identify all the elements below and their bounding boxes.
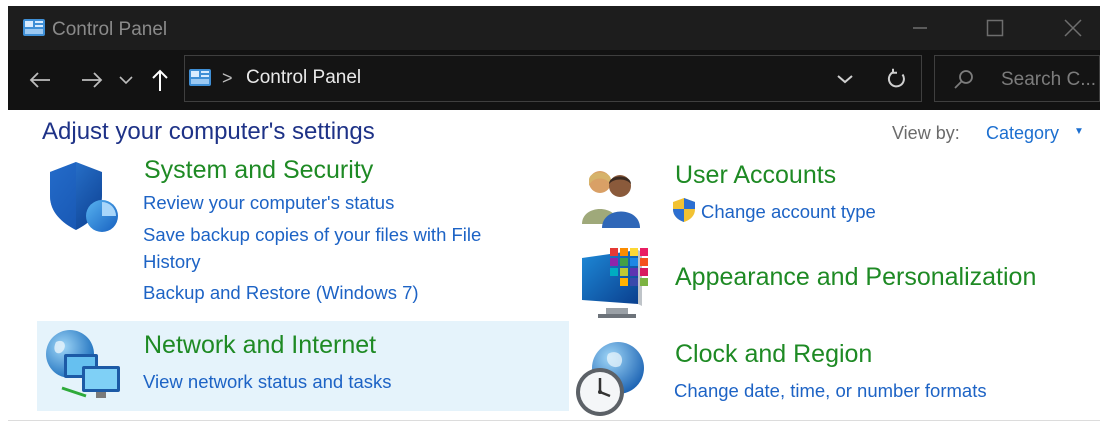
view-by-label: View by: [892,123,960,143]
refresh-icon [887,68,905,88]
monitor-palette-icon[interactable] [580,246,656,322]
category-user-accounts[interactable]: User Accounts [675,160,836,190]
minimize-icon [913,27,927,29]
forward-arrow-icon [82,72,103,88]
minimize-button[interactable] [890,6,950,50]
recent-locations-button[interactable] [114,62,138,98]
window-title: Control Panel [52,19,168,40]
network-globe-icon[interactable] [42,326,126,402]
shield-icon[interactable] [46,160,122,238]
page-title: Adjust your computer's settings [42,118,375,145]
link-change-date-time-formats[interactable]: Change date, time, or number formats [674,380,987,402]
chevron-down-icon [119,76,133,85]
search-input[interactable]: Search C... [1001,69,1096,91]
view-by-dropdown[interactable]: Category [986,122,1059,144]
back-arrow-icon [29,72,50,88]
close-icon [1064,19,1082,37]
refresh-button[interactable] [880,60,914,98]
search-icon [952,68,976,92]
link-change-account-type[interactable]: Change account type [701,201,876,223]
link-save-backup-copies[interactable]: Save backup copies of your files with Fi… [143,224,481,246]
maximize-icon [986,19,1004,37]
category-clock-and-region[interactable]: Clock and Region [675,339,872,369]
breadcrumb-separator[interactable]: > [222,66,233,90]
forward-button[interactable] [74,62,110,98]
control-panel-location-icon [188,68,212,88]
link-view-network-status[interactable]: View network status and tasks [143,371,392,393]
breadcrumb-control-panel[interactable]: Control Panel [246,67,361,89]
uac-shield-icon [672,197,696,223]
category-appearance-and-personalization[interactable]: Appearance and Personalization [675,262,1036,292]
back-button[interactable] [22,62,58,98]
clock-globe-icon[interactable] [574,340,654,420]
category-system-and-security[interactable]: System and Security [144,155,373,185]
users-icon[interactable] [578,166,642,230]
control-panel-icon [22,18,46,38]
category-network-and-internet[interactable]: Network and Internet [144,330,376,360]
bottom-divider [8,420,1100,421]
maximize-button[interactable] [965,6,1025,50]
link-review-status[interactable]: Review your computer's status [143,192,394,214]
link-backup-restore[interactable]: Backup and Restore (Windows 7) [143,282,419,304]
address-history-dropdown[interactable] [830,62,860,96]
link-save-backup-copies-cont[interactable]: History [143,251,201,273]
chevron-down-icon [837,75,853,84]
close-button[interactable] [1043,6,1103,50]
up-button[interactable] [146,62,174,98]
up-arrow-icon [152,69,168,91]
dropdown-arrow-icon[interactable]: ▼ [1074,126,1084,137]
